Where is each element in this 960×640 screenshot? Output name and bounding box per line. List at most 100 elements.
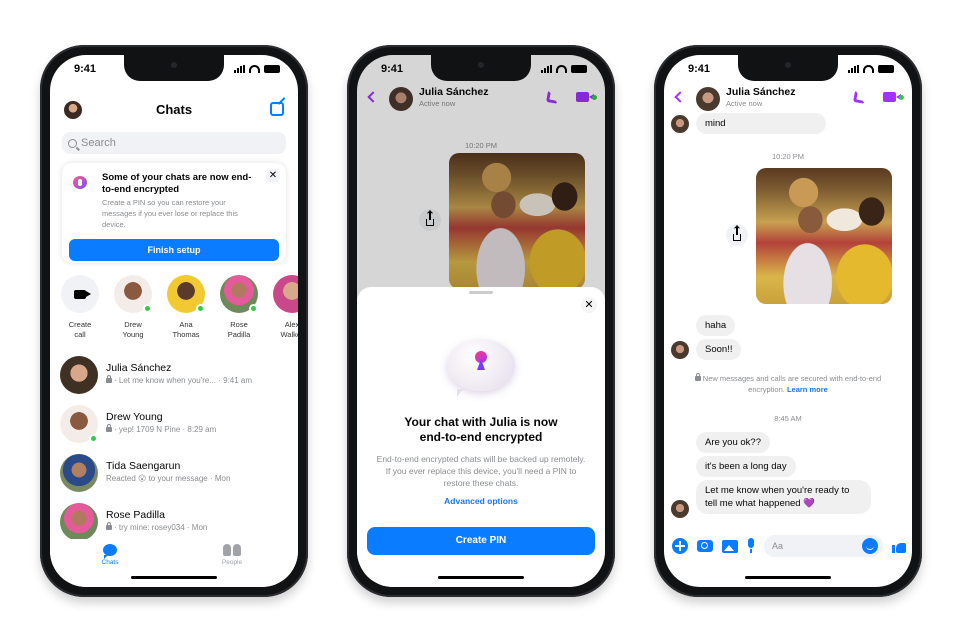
story-label: Walker xyxy=(280,330,298,339)
create-pin-button[interactable]: Create PIN xyxy=(367,527,595,555)
story-label: Young xyxy=(122,330,144,339)
status-time: 9:41 xyxy=(688,63,711,75)
signal-icon xyxy=(848,65,859,73)
chat-preview: Reacted 😮 to your message · Mon xyxy=(106,474,231,483)
finish-setup-button[interactable]: Finish setup xyxy=(69,239,279,261)
notch xyxy=(431,55,531,81)
battery-icon xyxy=(264,65,280,73)
online-indicator xyxy=(899,95,904,100)
learn-more-link[interactable]: Learn more xyxy=(787,385,828,394)
emoji-icon[interactable] xyxy=(862,538,878,554)
story-item[interactable]: AlexWalker xyxy=(272,275,298,340)
video-call-icon xyxy=(74,289,91,299)
chat-name: Julia Sánchez xyxy=(106,362,172,374)
chat-row[interactable]: Tida Saengarun Reacted 😮 to your message … xyxy=(60,448,292,497)
lock-bubble-icon xyxy=(73,176,87,189)
avatar xyxy=(60,355,98,394)
chat-row[interactable]: Julia Sánchez · Let me know when you're..… xyxy=(60,350,292,399)
battery-icon xyxy=(878,65,894,73)
wifi-icon xyxy=(249,65,260,73)
notch xyxy=(738,55,838,81)
status-time: 9:41 xyxy=(381,63,404,75)
thumbs-up-icon[interactable] xyxy=(892,539,906,553)
avatar xyxy=(220,275,258,313)
create-call-button[interactable]: Create call xyxy=(60,275,100,340)
notch xyxy=(124,55,224,81)
encryption-notice: New messages and calls are secured with … xyxy=(686,373,890,395)
online-indicator xyxy=(249,304,258,313)
battery-icon xyxy=(571,65,587,73)
phone-call-icon[interactable] xyxy=(853,90,867,104)
phone-encryption-sheet: 9:41 Julia Sánchez Active now 10:20 PM ✕… xyxy=(347,45,615,597)
chat-screen: 9:41 Julia Sánchez Active now 10:20 PM ✕… xyxy=(357,55,605,587)
avatar xyxy=(114,275,152,313)
plus-icon[interactable] xyxy=(672,538,688,554)
message-bubble: Let me know when you're ready to tell me… xyxy=(696,480,871,514)
search-placeholder: Search xyxy=(81,137,116,149)
story-label: Drew xyxy=(124,320,142,329)
sheet-grabber[interactable] xyxy=(469,291,493,294)
avatar[interactable] xyxy=(696,87,720,111)
tab-chats[interactable]: Chats xyxy=(90,544,130,566)
story-label: Thomas xyxy=(172,330,200,339)
tab-label: Chats xyxy=(101,559,119,566)
story-label: Alex xyxy=(284,320,298,329)
share-button[interactable] xyxy=(726,224,748,246)
story-label: Padilla xyxy=(227,330,251,339)
close-icon[interactable]: ✕ xyxy=(266,169,280,183)
photo-message[interactable] xyxy=(756,168,892,304)
page-title: Chats xyxy=(155,102,193,117)
avatar xyxy=(671,115,689,133)
message-input[interactable]: Aa xyxy=(764,535,883,557)
chat-screen: 9:41 Julia Sánchez Active now mind 10:20… xyxy=(664,55,912,587)
lock-icon xyxy=(106,375,112,383)
chat-preview: · yep! 1709 N Pine · 8:29 am xyxy=(114,425,217,434)
encryption-card-title: Some of your chats are now end-to-end en… xyxy=(102,172,252,195)
chat-name: Rose Padilla xyxy=(106,509,165,521)
wifi-icon xyxy=(556,65,567,73)
chat-preview: · try mine: rosey034 · Mon xyxy=(114,523,208,532)
avatar xyxy=(671,341,689,359)
story-item[interactable]: Rose Padilla xyxy=(219,275,259,340)
wifi-icon xyxy=(863,65,874,73)
lock-icon xyxy=(106,522,112,530)
microphone-icon[interactable] xyxy=(747,538,755,554)
tab-people[interactable]: People xyxy=(212,544,252,566)
people-icon xyxy=(223,544,241,556)
sheet-title-line: end-to-end encrypted xyxy=(419,430,543,444)
gallery-icon[interactable] xyxy=(722,539,738,553)
tab-label: People xyxy=(221,559,243,566)
contact-status: Active now xyxy=(726,99,763,108)
timestamp: 8:45 AM xyxy=(774,414,802,423)
message-bubble: Soon!! xyxy=(696,339,742,360)
contact-name: Julia Sánchez xyxy=(726,86,796,98)
chats-header: Chats xyxy=(50,99,298,125)
chat-preview: · Let me know when you're... · 9:41 am xyxy=(114,376,253,385)
status-time: 9:41 xyxy=(74,63,97,75)
chat-row[interactable]: Drew Young · yep! 1709 N Pine · 8:29 am xyxy=(60,399,292,448)
video-call-icon[interactable] xyxy=(883,92,901,102)
close-icon[interactable]: ✕ xyxy=(581,297,597,313)
compose-icon[interactable] xyxy=(270,102,284,116)
encryption-sheet: ✕ Your chat with Julia is now end-to-end … xyxy=(357,287,605,587)
advanced-options-link[interactable]: Advanced options xyxy=(357,496,605,506)
phone-conversation: 9:41 Julia Sánchez Active now mind 10:20… xyxy=(654,45,922,597)
story-label: call xyxy=(74,330,86,339)
story-label: Rose xyxy=(230,320,248,329)
sheet-body: End-to-end encrypted chats will be backe… xyxy=(376,454,586,488)
lock-icon xyxy=(694,373,701,381)
sheet-title-line: Your chat with Julia is now xyxy=(404,415,558,429)
camera-icon[interactable] xyxy=(697,540,713,552)
online-indicator xyxy=(196,304,205,313)
story-item[interactable]: Drew Young xyxy=(113,275,153,340)
signal-icon xyxy=(234,65,245,73)
keyhole-icon xyxy=(475,351,487,370)
active-contacts-row: Create call Drew Young Ana Thomas Rose Padil… xyxy=(60,275,298,340)
encrypted-chat-icon xyxy=(447,339,515,397)
story-item[interactable]: Ana Thomas xyxy=(166,275,206,340)
back-icon[interactable] xyxy=(674,91,686,103)
phone-chats-list: 9:41 Chats Search Some of your chats are… xyxy=(40,45,308,597)
search-input[interactable]: Search xyxy=(62,132,286,154)
message-bubble: haha xyxy=(696,315,736,336)
message-composer: Aa xyxy=(672,535,906,557)
